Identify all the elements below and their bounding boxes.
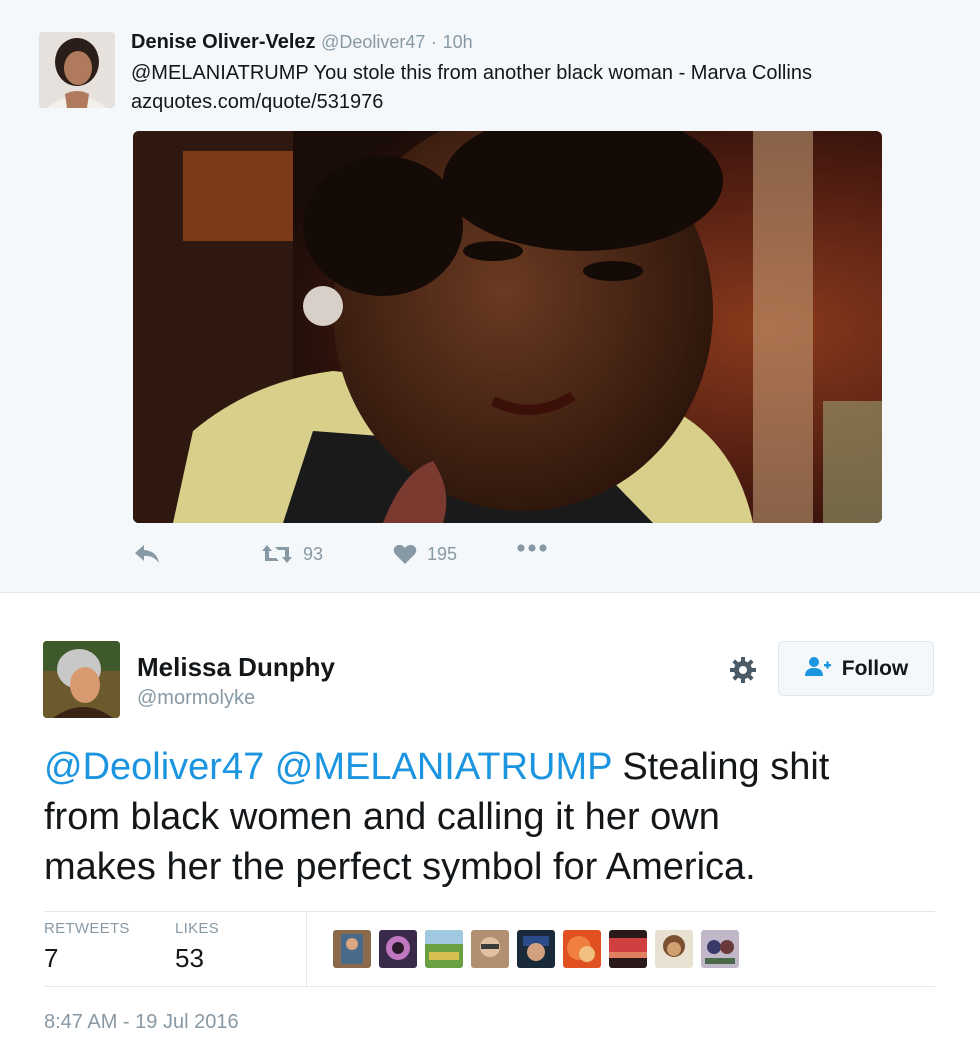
- tweet-timestamp[interactable]: 8:47 AM - 19 Jul 2016: [44, 1011, 239, 1034]
- tweet-text-segment: from black women and calling it her own: [44, 796, 720, 838]
- author-name[interactable]: Denise Oliver-Velez: [131, 31, 316, 53]
- likes-value: 53: [175, 943, 204, 973]
- likes-label: LIKES: [175, 920, 220, 937]
- author-handle[interactable]: @Deoliver47: [321, 32, 425, 52]
- reply-icon: [133, 543, 161, 565]
- add-user-icon: [804, 655, 832, 683]
- tweet-text: @MELANIATRUMP You stole this from anothe…: [131, 59, 951, 117]
- tweet-body-text: You stole this from another black woman …: [308, 62, 812, 84]
- like-count: 195: [427, 543, 458, 564]
- tweet-card-denise: Denise Oliver-Velez @Deoliver47 · 10h @M…: [0, 0, 980, 593]
- stats-separator: [306, 912, 307, 986]
- liker-avatar[interactable]: [425, 930, 463, 968]
- retweets-label: RETWEETS: [44, 920, 130, 937]
- liker-avatar[interactable]: [655, 930, 693, 968]
- like-button[interactable]: 195: [393, 543, 457, 565]
- retweets-stat[interactable]: RETWEETS 7: [44, 920, 130, 974]
- liker-avatar[interactable]: [701, 930, 739, 968]
- tweet-actions: 93 195: [133, 543, 633, 573]
- author-handle[interactable]: @mormolyke: [137, 687, 255, 710]
- liker-avatar[interactable]: [517, 930, 555, 968]
- avatar-denise[interactable]: [39, 32, 115, 108]
- liker-avatar[interactable]: [379, 930, 417, 968]
- tweet-photo[interactable]: [133, 131, 882, 523]
- tweet-text-segment: makes her the perfect symbol for America…: [44, 846, 756, 888]
- liker-avatar[interactable]: [471, 930, 509, 968]
- heart-icon: [393, 543, 417, 565]
- liker-avatar[interactable]: [609, 930, 647, 968]
- tweet-text: @Deoliver47 @MELANIATRUMP Stealing shit …: [44, 742, 944, 892]
- retweet-button[interactable]: 93: [261, 543, 323, 565]
- liker-avatars: [333, 930, 739, 968]
- retweet-count: 93: [303, 543, 324, 564]
- tweet-time[interactable]: 10h: [443, 32, 473, 52]
- gear-icon[interactable]: [728, 655, 758, 685]
- mention-links[interactable]: @Deoliver47 @MELANIATRUMP: [44, 746, 612, 788]
- author-name[interactable]: Melissa Dunphy: [137, 652, 335, 683]
- divider: [44, 911, 935, 912]
- tweet-text-line: from black women and calling it her own: [44, 792, 944, 842]
- mention-link[interactable]: @MELANIATRUMP: [131, 62, 308, 84]
- tweet-text-segment: Stealing shit: [611, 746, 830, 788]
- tweet-header: Denise Oliver-Velez @Deoliver47 · 10h: [131, 31, 473, 54]
- tweet-text-line: makes her the perfect symbol for America…: [44, 842, 944, 892]
- reply-button[interactable]: [133, 543, 161, 565]
- avatar-melissa[interactable]: [43, 641, 120, 718]
- time-separator: ·: [431, 32, 437, 52]
- tweet-text-line: @Deoliver47 @MELANIATRUMP Stealing shit: [44, 742, 944, 792]
- follow-button[interactable]: Follow: [778, 641, 934, 696]
- retweets-value: 7: [44, 943, 59, 973]
- tweet-url-link[interactable]: azquotes.com/quote/531976: [131, 88, 951, 117]
- more-button[interactable]: [516, 543, 548, 553]
- follow-label: Follow: [841, 656, 909, 680]
- divider: [44, 986, 935, 987]
- liker-avatar[interactable]: [333, 930, 371, 968]
- liker-avatar[interactable]: [563, 930, 601, 968]
- more-icon: [516, 543, 548, 553]
- retweet-icon: [261, 543, 293, 565]
- likes-stat[interactable]: LIKES 53: [175, 920, 219, 974]
